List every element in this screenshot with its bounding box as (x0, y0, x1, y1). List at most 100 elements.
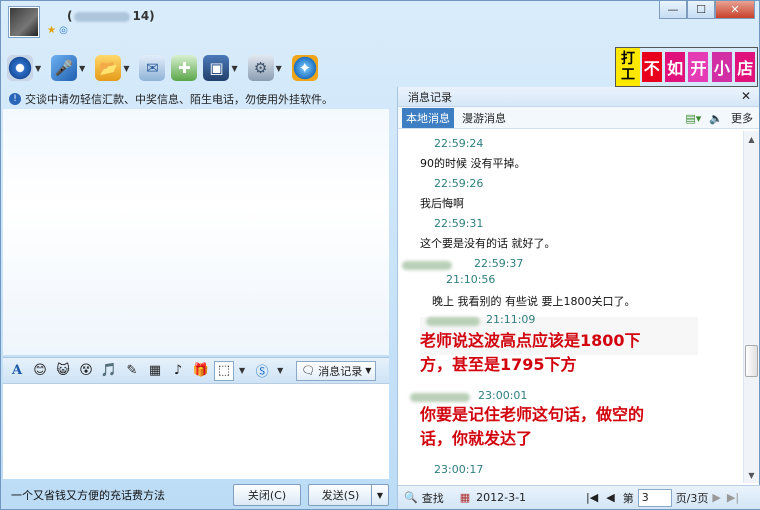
browser-icon: ✦ (291, 55, 318, 81)
highlight-message-line: 方，甚至是1795下方 (420, 355, 577, 374)
highlight-message-line: 你要是记住老师这句话，做空的 (420, 405, 645, 424)
close-icon[interactable]: ✕ (741, 89, 751, 103)
scroll-down-icon[interactable]: ▼ (744, 467, 759, 483)
mail-button[interactable]: ✉ (139, 53, 166, 83)
message-timestamp: 22:59:26 (434, 177, 484, 190)
security-notice: ! 交谈中请勿轻信汇款、中奖信息、陌生电话，勿使用外挂软件。 (9, 91, 333, 107)
message-record-label: 消息记录 (318, 364, 363, 378)
redacted-sender-name (410, 393, 470, 402)
settings-icon: ⚙ (247, 55, 274, 81)
add-chat-button[interactable]: ✚ (171, 53, 198, 83)
message-text: 这个要是没有的话 就好了。 (420, 237, 556, 250)
font-icon[interactable]: A (7, 361, 27, 381)
history-message-list: 22:59:24 90的时候 没有平掉。 22:59:26 我后悔啊 22:59… (398, 131, 742, 483)
search-icon[interactable]: 🔍 (404, 491, 418, 504)
gift-icon[interactable]: 🎁 (191, 361, 211, 381)
first-page-icon[interactable]: |◀ (586, 491, 598, 504)
avatar[interactable] (9, 7, 39, 37)
message-input[interactable] (3, 383, 389, 479)
find-link[interactable]: 查找 (422, 490, 444, 506)
close-button[interactable]: 关闭(C) (233, 484, 301, 506)
send-button[interactable]: 发送(S) (308, 484, 372, 506)
magic-face-icon[interactable]: 😺 (53, 361, 73, 381)
settings-button[interactable]: ⚙ ▼ (247, 53, 286, 83)
app-button[interactable]: ▣ ▼ (203, 53, 241, 83)
banner-char: 工 (621, 67, 635, 83)
more-link[interactable]: 更多 (731, 110, 753, 126)
mic-button[interactable]: 🎤 ▼ (51, 53, 89, 83)
history-footer: 🔍 查找 ▦ 2012-3-1 |◀ ◀ 第 3 页/3页 ▶ ▶| (398, 485, 760, 509)
history-scrollbar[interactable]: ▲ ▼ (743, 131, 759, 483)
chevron-down-icon[interactable]: ▼ (231, 64, 237, 73)
music-icon[interactable]: ♪ (168, 361, 188, 381)
shop-banner-ad[interactable]: 打工 不 如 开 小 店 (615, 47, 758, 87)
star-icon: ★ (47, 25, 56, 36)
recharge-ad-link[interactable]: 一个又省钱又方便的充话费方法 (11, 487, 165, 503)
webcam-button[interactable]: ▼ (7, 53, 45, 83)
send-file-button[interactable]: 📂 ▼ (95, 53, 133, 83)
format-toolbar: A 😊 😺 😵 🎵 ✎ ▦ ♪ 🎁 ⬚ ▼ Ⓢ ▼ 🗨 消息记录 ▼ (3, 357, 389, 383)
message-timestamp: 23:00:01 (478, 389, 528, 402)
chevron-down-icon[interactable]: ▼ (277, 366, 283, 375)
shake-icon[interactable]: 😵 (76, 361, 96, 381)
message-timestamp: 23:00:17 (434, 463, 484, 476)
history-header: 消息记录 ✕ (398, 87, 759, 107)
message-text: 晚上 我看别的 有些说 要上1800关口了。 (432, 295, 636, 308)
emoji-icon[interactable]: 😊 (30, 361, 50, 381)
window-title: (14) (67, 9, 155, 23)
message-history-panel: 消息记录 ✕ 本地消息 漫游消息 ▤▾ 🔈 更多 22:59:24 90的时候 … (397, 87, 760, 509)
maximize-icon[interactable]: ☐ (687, 1, 715, 19)
message-text: 我后悔啊 (420, 197, 464, 210)
last-page-icon[interactable]: ▶| (727, 491, 739, 504)
close-icon[interactable]: ✕ (715, 1, 755, 19)
scrollbar-thumb[interactable] (745, 345, 758, 377)
date-label[interactable]: 2012-3-1 (476, 491, 526, 504)
next-page-icon[interactable]: ▶ (712, 491, 720, 504)
handwrite-icon[interactable]: ✎ (122, 361, 142, 381)
chat-display-area[interactable] (3, 109, 389, 355)
chevron-down-icon[interactable]: ▼ (276, 64, 282, 73)
message-timestamp: 22:59:37 (474, 257, 524, 270)
chevron-down-icon[interactable]: ▼ (35, 64, 41, 73)
banner-char: 小 (711, 52, 732, 82)
redacted-name (74, 11, 131, 22)
message-timestamp: 22:59:31 (434, 217, 484, 230)
status-icons: ★ ◎ (47, 25, 68, 36)
scroll-up-icon[interactable]: ▲ (744, 131, 759, 147)
shield-icon: ! (9, 93, 21, 105)
folder-icon: 📂 (95, 55, 122, 81)
chevron-down-icon[interactable]: ▼ (79, 64, 85, 73)
export-icon[interactable]: ▤▾ (685, 112, 701, 125)
bottom-bar: 一个又省钱又方便的充话费方法 关闭(C) 发送(S) ▼ (3, 481, 389, 509)
message-timestamp: 21:11:09 (486, 313, 536, 326)
image-icon[interactable]: ▦ (145, 361, 165, 381)
banner-char: 打 (621, 51, 635, 67)
payment-icon[interactable]: Ⓢ (252, 361, 272, 381)
prev-page-icon[interactable]: ◀ (606, 491, 614, 504)
chevron-down-icon[interactable]: ▼ (239, 366, 245, 375)
window-controls: — ☐ ✕ (659, 1, 755, 19)
security-notice-text: 交谈中请勿轻信汇款、中奖信息、陌生电话，勿使用外挂软件。 (25, 93, 333, 106)
screenshot-icon[interactable]: ⬚ (214, 360, 234, 381)
browser-button[interactable]: ✦ (291, 53, 318, 83)
chevron-down-icon: ▼ (365, 366, 372, 375)
add-chat-icon: ✚ (171, 55, 198, 81)
history-tabs: 本地消息 漫游消息 ▤▾ 🔈 更多 (398, 107, 759, 129)
tab-roaming-messages[interactable]: 漫游消息 (458, 108, 510, 128)
voice-message-icon[interactable]: 🎵 (99, 361, 119, 381)
tab-local-messages[interactable]: 本地消息 (402, 107, 454, 128)
speaker-icon[interactable]: 🔈 (709, 112, 723, 125)
send-options-dropdown[interactable]: ▼ (371, 484, 389, 506)
chevron-down-icon[interactable]: ▼ (123, 64, 129, 73)
calendar-icon[interactable]: ▦ (460, 491, 470, 504)
minimize-icon[interactable]: — (659, 1, 687, 19)
mic-icon: 🎤 (51, 55, 78, 81)
page-number-input[interactable]: 3 (637, 488, 672, 507)
message-record-button[interactable]: 🗨 消息记录 ▼ (296, 360, 377, 381)
message-timestamp: 21:10:56 (446, 273, 496, 286)
title-bar: (14) ★ ◎ — ☐ ✕ (1, 1, 759, 43)
highlight-message-line: 老师说这波高点应该是1800下 (420, 331, 641, 350)
highlight-message-line: 话，你就发达了 (420, 429, 533, 448)
banner-right: 不 如 开 小 店 (640, 48, 757, 86)
qzone-icon: ◎ (59, 25, 68, 36)
